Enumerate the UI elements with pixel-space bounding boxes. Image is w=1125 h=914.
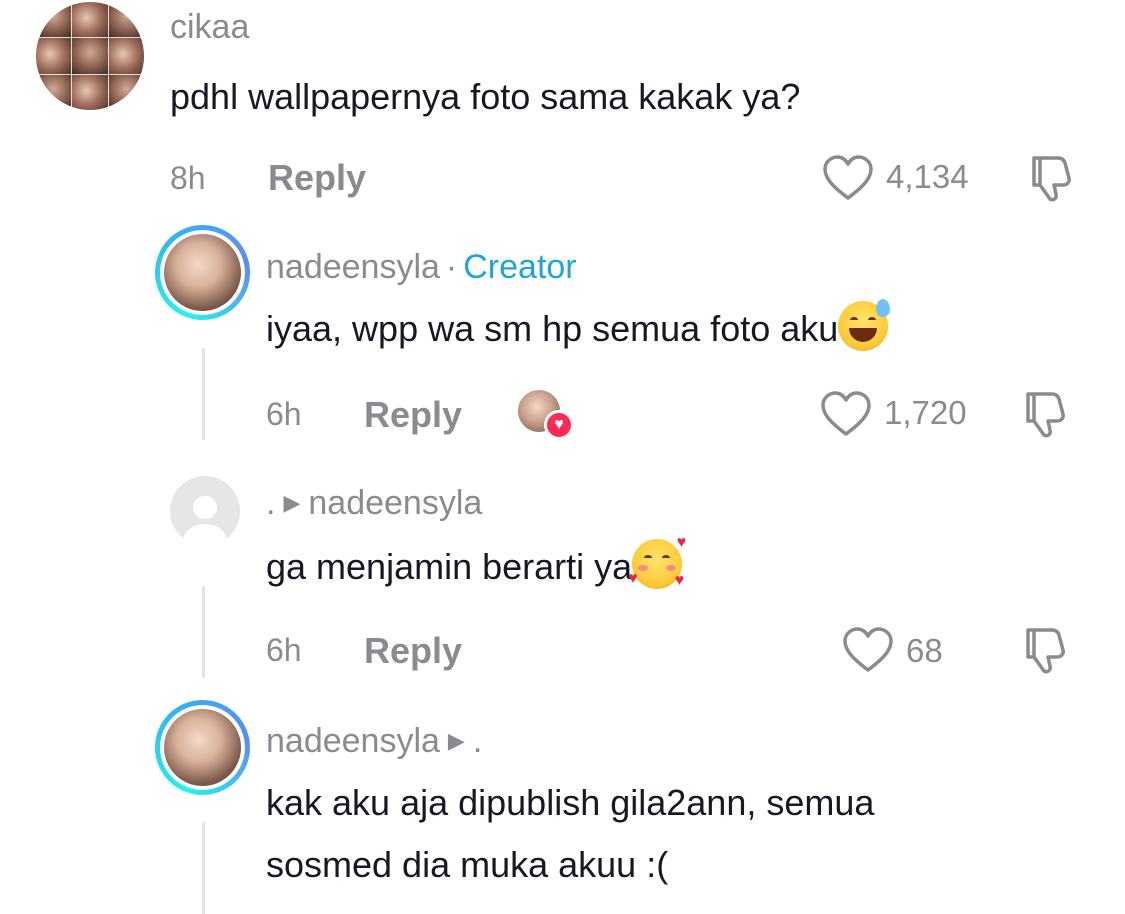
heart-icon[interactable]: [842, 626, 894, 674]
reply-arrow-icon: ▶: [447, 728, 465, 753]
separator-dot: ·: [445, 248, 458, 286]
avatar-photo: [164, 234, 241, 311]
thread-line: [202, 586, 205, 678]
avatar-nadeensyla[interactable]: [155, 225, 250, 320]
thread-line: [202, 822, 205, 914]
creator-liked-heart-icon: ♥: [544, 410, 574, 440]
creator-badge: Creator: [463, 248, 577, 286]
like-count: 68: [906, 632, 943, 669]
reply-button[interactable]: Reply: [364, 630, 462, 672]
username-text[interactable]: nadeensyla: [266, 722, 440, 760]
comment-time: 8h: [170, 160, 206, 196]
reply-arrow-icon: ▶: [283, 490, 301, 515]
comment-time: 6h: [266, 632, 302, 668]
comment-text-content: iyaa, wpp wa sm hp semua foto aku: [266, 308, 839, 349]
comment-text: pdhl wallpapernya foto sama kakak ya?: [170, 76, 801, 117]
like-count: 1,720: [884, 394, 967, 431]
comment-text: ga menjamin berarti ya ♥ ♥ ♥: [266, 534, 687, 598]
reply-to-username[interactable]: nadeensyla: [308, 484, 482, 522]
username-text[interactable]: .: [266, 484, 275, 522]
comment-text-line1: kak aku aja dipublish gila2ann, semua: [266, 782, 875, 823]
comment-text-content: ga menjamin berarti ya: [266, 546, 633, 587]
dislike-icon[interactable]: [1022, 388, 1070, 440]
heart-icon[interactable]: [822, 154, 874, 202]
grinning-sweat-emoji-icon: [838, 299, 891, 351]
comment-username[interactable]: cikaa: [170, 8, 249, 47]
thread-line: [202, 348, 205, 440]
avatar-photo: [36, 2, 144, 110]
comment-username[interactable]: . ▶ nadeensyla: [266, 484, 482, 523]
avatar-photo: [164, 709, 241, 786]
reply-button[interactable]: Reply: [268, 157, 366, 199]
like-count: 4,134: [886, 158, 969, 195]
comment-username[interactable]: nadeensyla ▶.: [266, 722, 482, 761]
smiling-hearts-emoji-icon: ♥ ♥ ♥: [628, 534, 687, 589]
comment-text-line2: sosmed dia muka akuu :(: [266, 844, 669, 885]
avatar-nadeensyla[interactable]: [155, 700, 250, 795]
comment-text: iyaa, wpp wa sm hp semua foto aku: [266, 298, 891, 360]
avatar-cikaa[interactable]: [36, 2, 144, 110]
dislike-icon[interactable]: [1022, 624, 1070, 676]
avatar-default[interactable]: [170, 476, 240, 546]
reply-button[interactable]: Reply: [364, 394, 462, 436]
comment-username[interactable]: nadeensyla · Creator: [266, 248, 577, 287]
dislike-icon[interactable]: [1028, 152, 1076, 204]
comment-time: 6h: [266, 396, 302, 432]
username-text[interactable]: nadeensyla: [266, 248, 440, 286]
reply-to-username[interactable]: .: [473, 722, 482, 760]
heart-icon[interactable]: [820, 390, 872, 438]
